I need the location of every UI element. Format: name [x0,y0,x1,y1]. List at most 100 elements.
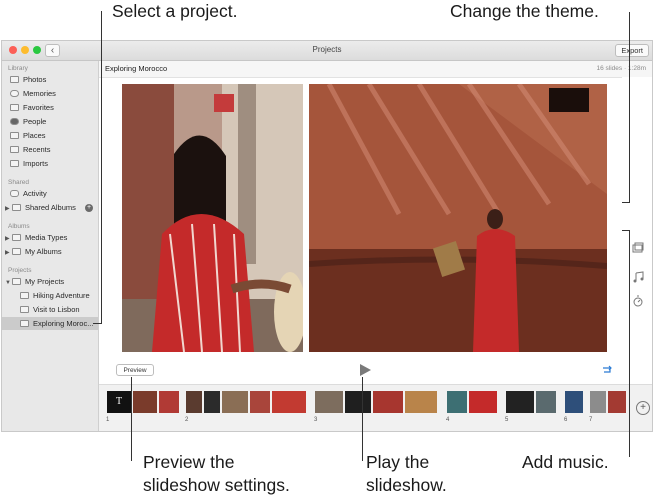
slide-thumb[interactable] [590,391,606,413]
timer-icon[interactable] [632,295,644,307]
folder-icon [12,234,21,241]
slide-thumb[interactable] [565,391,583,413]
sidebar-item-recents[interactable]: Recents [10,144,51,156]
slide-thumb[interactable] [272,391,306,413]
sidebar-item-exploring-morocco[interactable]: Exploring Moroc... [20,318,93,330]
slide-thumb[interactable] [608,391,626,413]
slide-thumb[interactable] [536,391,556,413]
person-icon [10,118,19,125]
folder-icon [12,278,21,285]
play-icon[interactable] [358,363,372,377]
photos-icon [10,76,19,83]
group-number: 4 [446,417,450,423]
plus-icon: + [640,402,646,413]
sidebar-item-my-albums[interactable]: ▶ My Albums [5,246,62,258]
preview-button[interactable]: Preview [116,364,154,376]
slide-thumb[interactable] [133,391,157,413]
sidebar-header-library: Library [8,65,28,72]
slide-thumb[interactable] [315,391,343,413]
callout-preview-line2: slideshow settings. [143,475,290,495]
cloud-icon [10,190,19,197]
leader-add-music-h [622,230,630,231]
callout-play-line1: Play the [366,452,430,472]
title-bar: ‹ Projects Export [2,41,652,61]
slide-thumb[interactable] [204,391,220,413]
sidebar-item-my-projects[interactable]: ▼ My Projects [5,276,64,288]
clock-icon [10,146,19,153]
sidebar-item-places[interactable]: Places [10,130,46,142]
add-slide-button[interactable]: + [636,401,650,415]
slide-thumb[interactable] [469,391,497,413]
sidebar-item-photos[interactable]: Photos [10,74,46,86]
slide-group[interactable]: 7 [588,389,628,429]
slide-thumb[interactable] [345,391,371,413]
sidebar-item-shared-albums[interactable]: ▶ Shared Albums [5,202,76,214]
slide-group[interactable]: T 1 [105,389,181,429]
sidebar-item-memories[interactable]: Memories [10,88,56,100]
slideshow-icon [20,320,29,327]
disclosure-triangle-open-icon[interactable]: ▼ [5,277,12,289]
callout-play-line2: slideshow. [366,475,447,495]
add-shared-album-icon[interactable]: + [85,204,93,212]
project-title: Exploring Morocco [105,64,168,73]
theme-icon[interactable] [632,242,644,254]
slide-thumb[interactable] [405,391,437,413]
sidebar-item-visit-to-lisbon[interactable]: Visit to Lisbon [20,304,80,316]
sidebar-item-favorites[interactable]: Favorites [10,102,54,114]
slide-group[interactable]: 6 [563,389,585,429]
slide-group[interactable]: 5 [504,389,559,429]
photos-window: ‹ Projects Export Library Photos Memorie… [1,40,653,432]
callout-change-theme: Change the theme. [450,1,599,21]
slide-group[interactable]: 3 [313,389,441,429]
disclosure-triangle-icon[interactable]: ▶ [5,203,12,215]
leader-play [362,377,363,461]
slide-photo-left [122,84,303,352]
disclosure-triangle-icon[interactable]: ▶ [5,233,12,245]
sidebar: Library Photos Memories Favorites People… [2,61,99,431]
slide-thumb[interactable] [222,391,248,413]
sidebar-header-shared: Shared [8,179,29,186]
window-title: Projects [312,45,342,54]
slide-group[interactable]: 2 [184,389,310,429]
slide-group[interactable]: 4 [445,389,500,429]
leader-change-theme [629,12,630,202]
pin-icon [10,132,19,139]
group-number: 1 [106,417,110,423]
loop-icon[interactable] [601,365,613,375]
leader-select-project [101,11,102,323]
group-number: 3 [314,417,318,423]
group-number: 7 [589,417,593,423]
shared-album-icon [12,204,21,211]
callout-select-project: Select a project. [112,1,238,21]
music-note-icon[interactable] [632,271,644,283]
sidebar-header-albums: Albums [8,223,30,230]
slideshow-icon [20,292,29,299]
group-number: 5 [505,417,509,423]
memories-icon [10,90,19,97]
leader-preview [131,377,132,461]
folder-icon [12,248,21,255]
title-slide-thumb[interactable]: T [107,391,131,413]
sidebar-item-people[interactable]: People [10,116,46,128]
slide-thumb[interactable] [250,391,270,413]
slide-thumb[interactable] [373,391,403,413]
sidebar-item-imports[interactable]: Imports [10,158,48,170]
callout-preview-line1: Preview the [143,452,235,472]
portrait-image [122,84,303,352]
leader-add-music [629,230,630,457]
export-button[interactable]: Export [615,44,649,57]
sidebar-item-activity[interactable]: Activity [10,188,47,200]
leader-select-project-h [93,323,102,324]
import-icon [10,160,19,167]
sidebar-item-media-types[interactable]: ▶ Media Types [5,232,67,244]
disclosure-triangle-icon[interactable]: ▶ [5,247,12,259]
sidebar-item-hiking-adventure[interactable]: Hiking Adventure [20,290,90,302]
sidebar-header-projects: Projects [8,267,32,274]
project-header: Exploring Morocco 16 slides · 1:28m [99,61,652,78]
slide-thumb[interactable] [186,391,202,413]
slide-thumb[interactable] [447,391,467,413]
slide-thumb[interactable] [159,391,179,413]
landscape-image [309,84,607,352]
slide-thumb[interactable] [506,391,534,413]
group-number: 2 [185,417,189,423]
